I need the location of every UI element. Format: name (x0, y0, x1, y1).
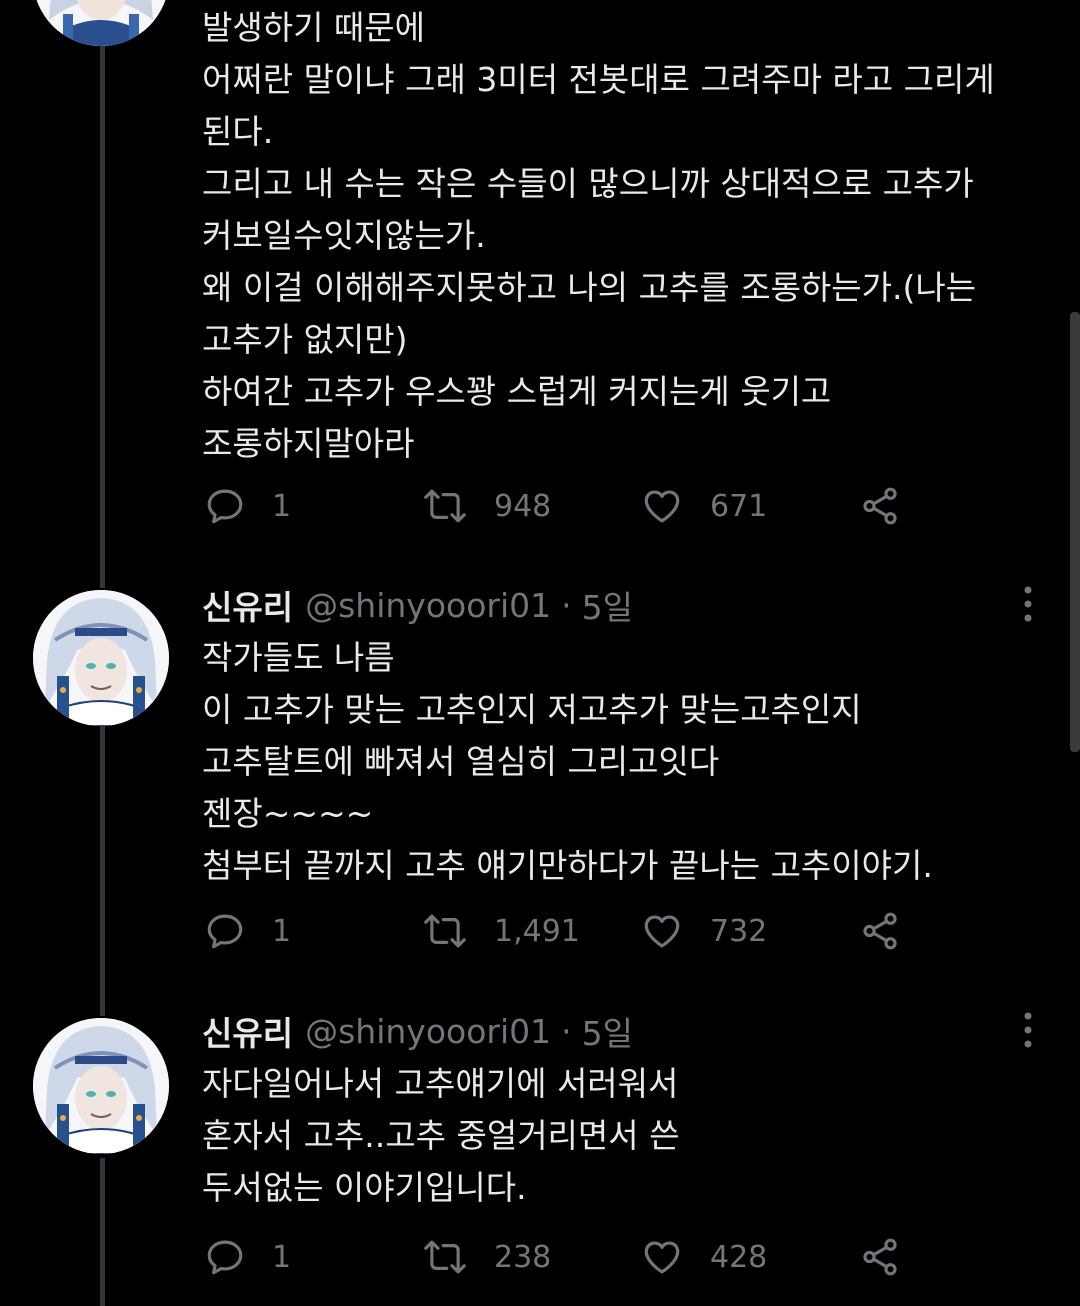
reply-count: 1 (272, 488, 292, 524)
tweet-header: 신유리 @shinyooori01 · 5일 (202, 1006, 633, 1056)
tweet-text-line: 젠장~~~~ (202, 794, 374, 833)
reply-icon (204, 1236, 246, 1278)
tweet-text-line: 발생하기 때문에 (202, 8, 426, 47)
like-count: 428 (710, 1239, 768, 1275)
user-handle[interactable]: @shinyooori01 (305, 586, 551, 625)
share-icon (858, 485, 902, 527)
scrollbar[interactable] (1070, 312, 1080, 752)
heart-icon (640, 1236, 684, 1278)
retweet-count: 238 (494, 1239, 552, 1275)
reply-count: 1 (272, 913, 292, 949)
thread-line (100, 1158, 105, 1306)
display-name[interactable]: 신유리 (202, 1007, 293, 1055)
tweet-header: 신유리 @shinyooori01 · 5일 (202, 580, 633, 630)
thread-line (100, 40, 105, 588)
tweet-text-line: 조롱하지말아라 (202, 424, 415, 463)
like-button[interactable]: 732 (640, 906, 767, 956)
share-button[interactable] (858, 481, 902, 531)
tweet-text-line: 어쩌란 말이냐 그래 3미터 전봇대로 그려주마 라고 그리게 (202, 60, 995, 99)
user-handle[interactable]: @shinyooori01 (305, 1012, 551, 1051)
avatar[interactable] (33, 1018, 169, 1154)
tweet-text-line: 된다. (202, 112, 274, 151)
tweet-body: 작가들도 나름 이 고추가 맞는 고추인지 저고추가 맞는고추인지 고추탈트에 … (202, 632, 933, 892)
share-button[interactable] (858, 906, 902, 956)
thread-line (100, 722, 105, 1016)
tweet-text-line: 혼자서 고추..고추 중얼거리면서 쓴 (202, 1116, 680, 1155)
separator-dot: · (561, 1011, 572, 1051)
timestamp[interactable]: 5일 (582, 581, 633, 629)
retweet-icon (422, 910, 468, 952)
retweet-count: 1,491 (494, 913, 580, 949)
heart-icon (640, 910, 684, 952)
retweet-button[interactable]: 1,491 (422, 906, 580, 956)
more-vertical-icon[interactable] (1022, 584, 1034, 624)
reply-icon (204, 485, 246, 527)
tweet-body: 자다일어나서 고추얘기에 서러워서 혼자서 고추..고추 중얼거리면서 쓴 두서… (202, 1058, 680, 1214)
tweet-actions: 1 948 671 (202, 481, 922, 531)
display-name[interactable]: 신유리 (202, 581, 293, 629)
tweet-text-line: 첨부터 끝까지 고추 얘기만하다가 끝나는 고추이야기. (202, 846, 933, 885)
avatar[interactable] (33, 590, 169, 726)
tweet-text-line: 하여간 고추가 우스꽝 스럽게 커지는게 웃기고 (202, 372, 832, 411)
tweet-thread: 발생하기 때문에 어쩌란 말이냐 그래 3미터 전봇대로 그려주마 라고 그리게… (0, 0, 1080, 1306)
tweet-text-line: 고추탈트에 빠져서 열심히 그리고잇다 (202, 742, 720, 781)
like-button[interactable]: 428 (640, 1232, 767, 1282)
avatar[interactable] (33, 0, 169, 46)
more-vertical-icon[interactable] (1022, 1010, 1034, 1050)
retweet-icon (422, 1236, 468, 1278)
reply-button[interactable]: 1 (204, 906, 291, 956)
tweet-text-line: 작가들도 나름 (202, 638, 395, 677)
tweet-text-line: 고추가 없지만) (202, 320, 408, 359)
reply-icon (204, 910, 246, 952)
separator-dot: · (561, 585, 572, 625)
timestamp[interactable]: 5일 (582, 1007, 633, 1055)
tweet-body: 발생하기 때문에 어쩌란 말이냐 그래 3미터 전봇대로 그려주마 라고 그리게… (202, 2, 995, 470)
tweet-text-line: 이 고추가 맞는 고추인지 저고추가 맞는고추인지 (202, 690, 862, 729)
tweet-text-line: 그리고 내 수는 작은 수들이 많으니까 상대적으로 고추가 (202, 164, 974, 203)
tweet-text-line: 자다일어나서 고추얘기에 서러워서 (202, 1064, 679, 1103)
like-count: 732 (710, 913, 768, 949)
like-button[interactable]: 671 (640, 481, 767, 531)
tweet-actions: 1 238 428 (202, 1232, 922, 1282)
tweet-text-line: 커보일수잇지않는가. (202, 216, 486, 255)
retweet-count: 948 (494, 488, 552, 524)
like-count: 671 (710, 488, 768, 524)
share-button[interactable] (858, 1232, 902, 1282)
retweet-button[interactable]: 948 (422, 481, 551, 531)
share-icon (858, 1236, 902, 1278)
reply-button[interactable]: 1 (204, 1232, 291, 1282)
reply-count: 1 (272, 1239, 292, 1275)
tweet-text-line: 왜 이걸 이해해주지못하고 나의 고추를 조롱하는가.(나는 (202, 268, 977, 307)
retweet-button[interactable]: 238 (422, 1232, 551, 1282)
share-icon (858, 910, 902, 952)
heart-icon (640, 485, 684, 527)
tweet-actions: 1 1,491 732 (202, 906, 922, 956)
reply-button[interactable]: 1 (204, 481, 291, 531)
tweet-text-line: 두서없는 이야기입니다. (202, 1168, 527, 1207)
retweet-icon (422, 485, 468, 527)
